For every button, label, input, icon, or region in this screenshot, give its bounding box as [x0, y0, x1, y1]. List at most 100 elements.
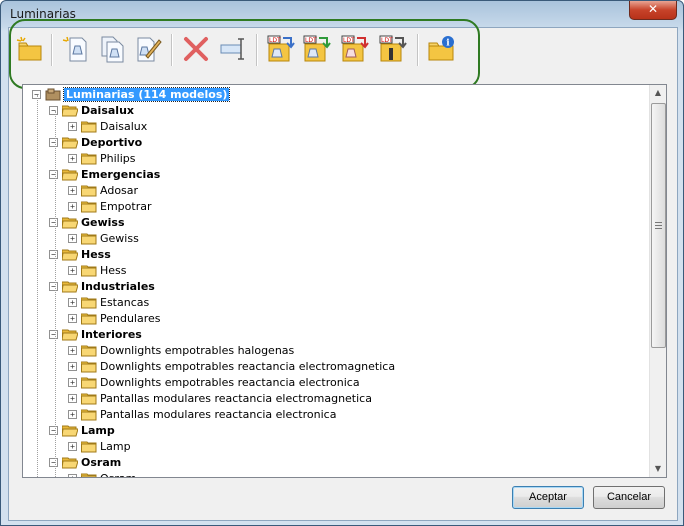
tree-node-label: Deportivo	[81, 135, 143, 149]
expand-icon[interactable]: +	[68, 121, 77, 131]
tree-item[interactable]: + Daisalux	[68, 118, 147, 134]
tree-item[interactable]: + Philips	[68, 150, 136, 166]
tree-item[interactable]: + Downlights empotrables reactancia elect…	[68, 358, 395, 374]
cancel-button[interactable]: Cancelar	[593, 486, 665, 509]
tree-node-label: Pendulares	[100, 311, 161, 325]
dialog-body: LDT LDT LDT LDT i − Luminarias (114 mode…	[8, 19, 678, 521]
ldt-import-icon[interactable]: LDT	[339, 34, 369, 64]
svg-text:LDT: LDT	[381, 37, 393, 44]
edit-luminaire-icon[interactable]	[133, 34, 163, 64]
expand-icon[interactable]: +	[68, 441, 77, 451]
tree-category[interactable]: − Gewiss	[49, 214, 125, 230]
tree-item[interactable]: + Downlights empotrables halogenas	[68, 342, 294, 358]
collapse-icon[interactable]: −	[49, 169, 58, 179]
expand-icon[interactable]: +	[68, 233, 77, 243]
collapse-icon[interactable]: −	[49, 137, 58, 147]
expand-icon[interactable]: +	[68, 393, 77, 403]
tree-node-label: Hess	[100, 263, 127, 277]
tree-item[interactable]: + Lamp	[68, 438, 131, 454]
folder-icon	[62, 248, 81, 261]
collapse-icon[interactable]: −	[49, 425, 58, 435]
tree-category[interactable]: − Osram	[49, 454, 121, 470]
luminaire-tree[interactable]: − Luminarias (114 modelos) − Daisalux + Daisa…	[22, 84, 667, 478]
tree-category[interactable]: − Daisalux	[49, 102, 134, 118]
expand-icon[interactable]: +	[68, 201, 77, 211]
new-folder-icon[interactable]	[15, 34, 45, 64]
tree-node-label: Interiores	[81, 327, 142, 341]
tree-item[interactable]: + Gewiss	[68, 230, 139, 246]
tree-category[interactable]: − Hess	[49, 246, 111, 262]
expand-icon[interactable]: +	[68, 297, 77, 307]
expand-icon[interactable]: +	[68, 361, 77, 371]
expand-icon[interactable]: +	[68, 313, 77, 323]
folder-icon	[81, 264, 100, 277]
copy-luminaire-icon[interactable]	[97, 34, 127, 64]
tree-category[interactable]: − Deportivo	[49, 134, 142, 150]
collapse-icon[interactable]: −	[49, 457, 58, 467]
tree-item[interactable]: + Hess	[68, 262, 127, 278]
expand-icon[interactable]: +	[68, 473, 77, 477]
tree-category[interactable]: − Lamp	[49, 422, 115, 438]
expand-icon[interactable]: +	[68, 185, 77, 195]
tree-item[interactable]: + Pendulares	[68, 310, 161, 326]
tree-node-label: Gewiss	[100, 231, 139, 245]
scrollbar-thumb[interactable]	[651, 103, 666, 348]
collapse-icon[interactable]: −	[49, 217, 58, 227]
new-luminaire-icon[interactable]	[61, 34, 91, 64]
vertical-scrollbar[interactable]: ▲ ▼	[649, 85, 666, 477]
folder-icon	[62, 136, 81, 149]
folder-icon	[81, 360, 100, 373]
folder-icon	[81, 120, 100, 133]
tree-item[interactable]: + Empotrar	[68, 198, 151, 214]
tree-item[interactable]: + Pantallas modulares reactancia electron…	[68, 406, 336, 422]
tree-item[interactable]: + Estancas	[68, 294, 149, 310]
folder-icon	[81, 408, 100, 421]
delete-icon[interactable]	[181, 34, 211, 64]
tree-item[interactable]: + Osram	[68, 470, 136, 477]
tree-node-label: Hess	[81, 247, 111, 261]
folder-icon	[81, 312, 100, 325]
expand-icon[interactable]: +	[68, 265, 77, 275]
folder-icon	[62, 216, 81, 229]
expand-icon[interactable]: +	[68, 153, 77, 163]
tree-category[interactable]: − Industriales	[49, 278, 155, 294]
folder-icon	[81, 376, 100, 389]
scroll-down-arrow-icon[interactable]: ▼	[650, 461, 666, 477]
scroll-up-arrow-icon[interactable]: ▲	[650, 85, 666, 101]
tree-item[interactable]: + Adosar	[68, 182, 138, 198]
tree-node-label: Adosar	[100, 183, 139, 197]
expand-icon[interactable]: +	[68, 377, 77, 387]
toolbar-separator	[256, 34, 258, 66]
luminarias-dialog: Luminarias ✕ LDT LDT LDT LDT i − Luminar…	[0, 0, 684, 526]
tree-item[interactable]: + Downlights empotrables reactancia elect…	[68, 374, 360, 390]
ldt-import-icon[interactable]: LDT	[265, 34, 295, 64]
rename-icon[interactable]	[219, 34, 249, 64]
toolbar-separator	[417, 34, 419, 66]
tree-node-label: Industriales	[81, 279, 155, 293]
close-button[interactable]: ✕	[629, 1, 677, 20]
folder-icon	[81, 200, 100, 213]
svg-text:LDT: LDT	[343, 37, 355, 44]
tree-rows: − Luminarias (114 modelos) − Daisalux + Daisa…	[23, 85, 651, 477]
tree-node-label: Daisalux	[100, 119, 148, 133]
ldt-import-icon[interactable]: LDT	[377, 34, 407, 64]
expand-icon[interactable]: +	[68, 345, 77, 355]
toolbar: LDT LDT LDT LDT i	[9, 19, 677, 89]
expand-icon[interactable]: +	[68, 409, 77, 419]
tree-node-label: Downlights empotrables reactancia electr…	[100, 359, 396, 373]
tree-root[interactable]: − Luminarias (114 modelos)	[32, 86, 231, 102]
tree-node-label: Lamp	[81, 423, 115, 437]
tree-category[interactable]: − Emergencias	[49, 166, 160, 182]
collapse-icon[interactable]: −	[49, 105, 58, 115]
ldt-import-icon[interactable]: LDT	[301, 34, 331, 64]
tree-category[interactable]: − Interiores	[49, 326, 142, 342]
accept-button[interactable]: Aceptar	[512, 486, 584, 509]
tree-item[interactable]: + Pantallas modulares reactancia electrom…	[68, 390, 372, 406]
collapse-icon[interactable]: −	[49, 329, 58, 339]
tree-node-label: Philips	[100, 151, 136, 165]
folder-icon	[81, 296, 100, 309]
collapse-icon[interactable]: −	[49, 281, 58, 291]
info-folder-icon[interactable]: i	[427, 34, 457, 64]
tree-node-label: Luminarias (114 modelos)	[62, 86, 231, 102]
collapse-icon[interactable]: −	[49, 249, 58, 259]
